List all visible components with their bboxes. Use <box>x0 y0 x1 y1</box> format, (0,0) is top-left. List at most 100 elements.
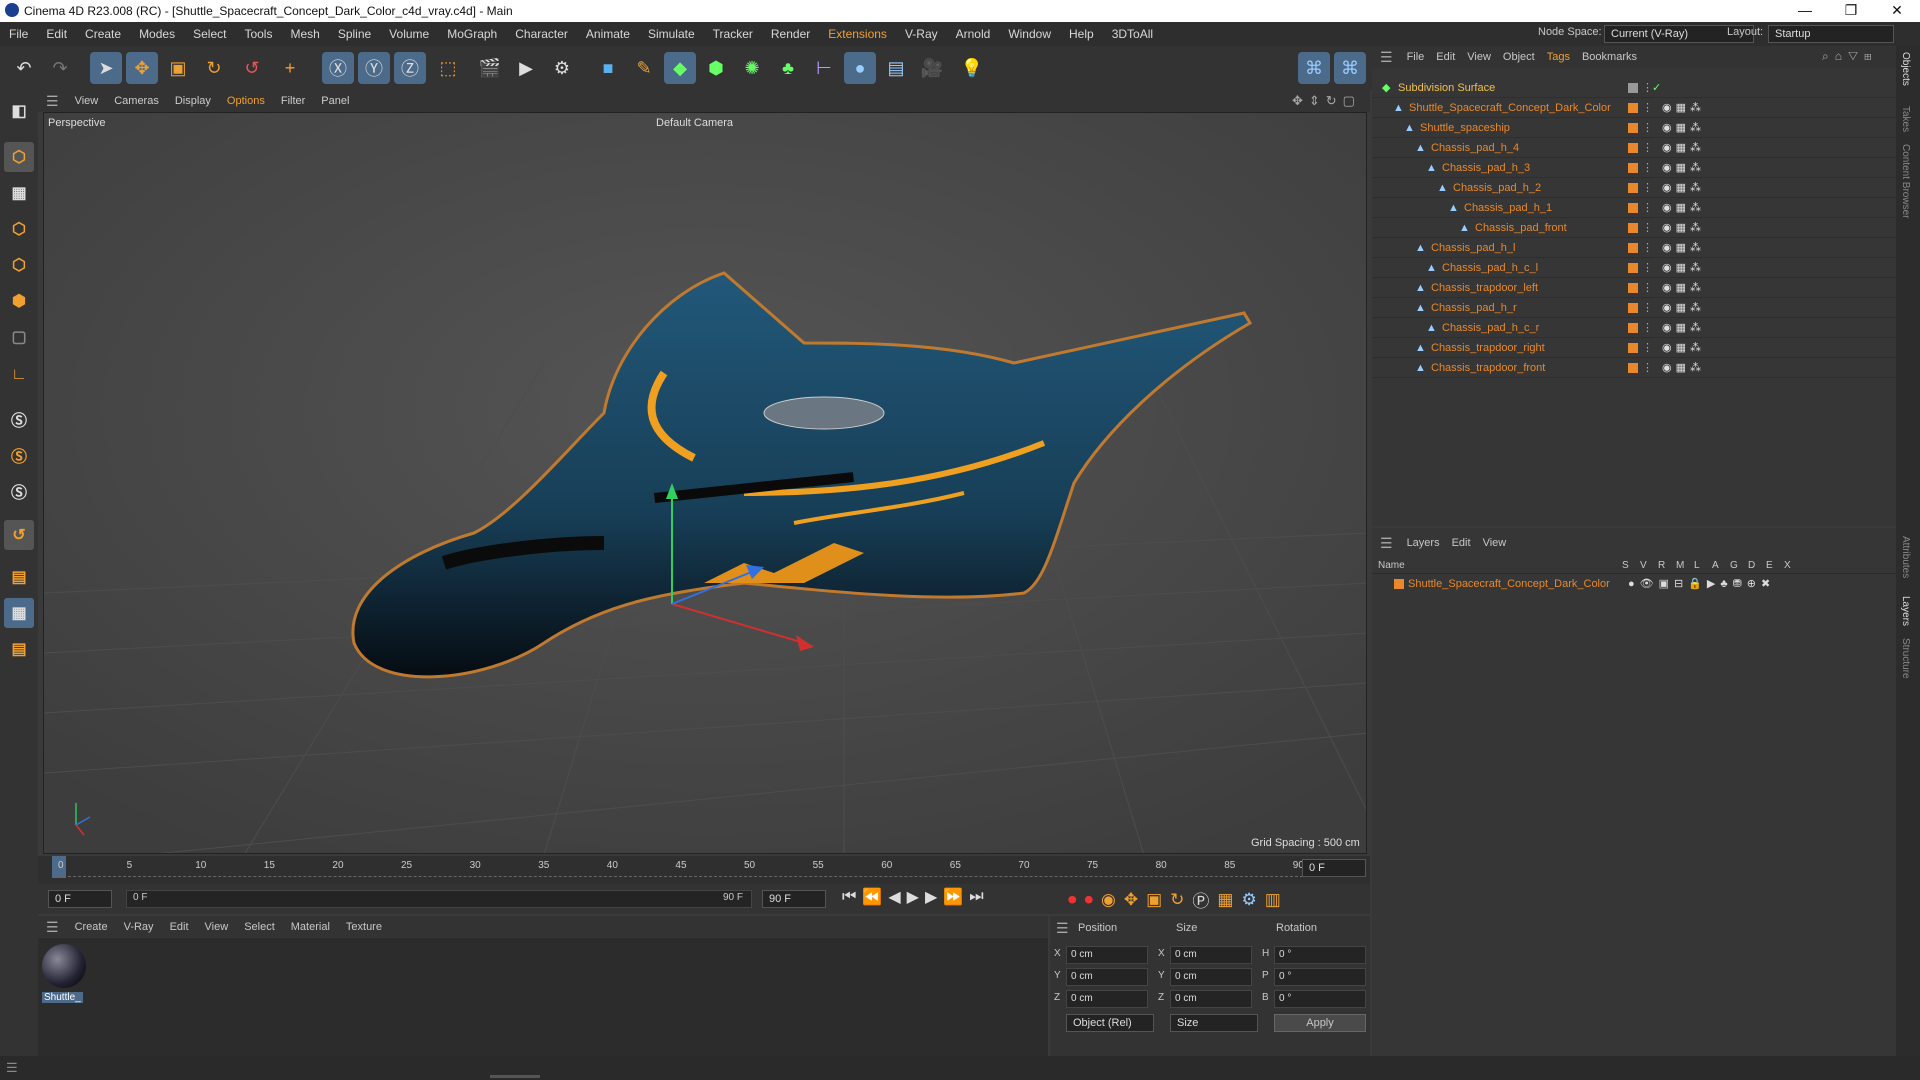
polygons-mode-icon[interactable]: ⬢ <box>4 286 34 316</box>
layer-flag-x[interactable]: X <box>1784 560 1791 571</box>
timeline-window-icon[interactable]: ▥ <box>1265 890 1281 910</box>
object-hamburger-icon[interactable]: ☰ <box>1372 49 1401 66</box>
material-tag-icons[interactable]: ◉▦⁂ <box>1662 358 1705 378</box>
material-hamburger-icon[interactable]: ☰ <box>38 916 67 938</box>
layer-color-tag[interactable] <box>1628 263 1638 273</box>
menu-3dtoall[interactable]: 3DToAll <box>1103 22 1162 46</box>
layer-color-tag[interactable] <box>1628 123 1638 133</box>
layer-color-swatch[interactable] <box>1394 579 1404 589</box>
object-name[interactable]: Chassis_pad_h_l <box>1431 238 1515 258</box>
key-position-icon[interactable]: ✥ <box>1124 890 1138 910</box>
menu-volume[interactable]: Volume <box>380 22 438 46</box>
material-tag-icons[interactable]: ◉▦⁂ <box>1662 178 1705 198</box>
visibility-dots-icon[interactable]: ⋮ <box>1642 138 1653 158</box>
object-name[interactable]: Chassis_pad_h_c_r <box>1442 318 1539 338</box>
cloner-icon[interactable]: ✺ <box>736 52 768 84</box>
next-frame-icon[interactable]: ▶ <box>925 887 937 907</box>
size-mode-select[interactable]: Size <box>1170 1014 1258 1032</box>
object-name[interactable]: Chassis_trapdoor_left <box>1431 278 1538 298</box>
field-icon[interactable]: ● <box>844 52 876 84</box>
layout-select[interactable]: Startup <box>1768 25 1894 43</box>
minimize-button[interactable]: — <box>1782 2 1828 18</box>
pos-z-field[interactable]: 0 cm <box>1066 990 1148 1008</box>
menu-character[interactable]: Character <box>506 22 577 46</box>
layer-flag-l[interactable]: L <box>1694 560 1700 571</box>
edges-mode-icon[interactable]: ⬡ <box>4 250 34 280</box>
menu-select[interactable]: Select <box>184 22 235 46</box>
coordinate-system-icon[interactable]: ⬚ <box>432 52 464 84</box>
tab-attributes[interactable]: Attributes <box>1900 536 1911 578</box>
deformer-icon[interactable]: ⊢ <box>808 52 840 84</box>
mograph-icon[interactable]: ♣ <box>772 52 804 84</box>
pen-icon[interactable]: ✎ <box>628 52 660 84</box>
status-hamburger-icon[interactable]: ☰ <box>6 1060 18 1076</box>
scale-tool-icon[interactable]: ▣ <box>162 52 194 84</box>
rot-p-field[interactable]: 0 ° <box>1274 968 1366 986</box>
menu-vray[interactable]: V-Ray <box>896 22 947 46</box>
menu-tracker[interactable]: Tracker <box>704 22 762 46</box>
render-view-icon[interactable]: 🎬 <box>474 52 506 84</box>
key-rotation-icon[interactable]: ↻ <box>1170 890 1184 910</box>
material-menu-view[interactable]: View <box>197 916 237 938</box>
menu-help[interactable]: Help <box>1060 22 1103 46</box>
layer-color-tag[interactable] <box>1628 343 1638 353</box>
quantize-icon[interactable]: Ⓢ <box>4 476 34 506</box>
viewport-menu-cameras[interactable]: Cameras <box>106 90 167 112</box>
layer-color-tag[interactable] <box>1628 183 1638 193</box>
menu-spline[interactable]: Spline <box>329 22 380 46</box>
extrude-icon[interactable]: ⬢ <box>700 52 732 84</box>
menu-edit[interactable]: Edit <box>37 22 76 46</box>
object-row[interactable]: ▲ Chassis_pad_h_3 ⋮ ◉▦⁂ <box>1372 158 1896 178</box>
layer-flag-v[interactable]: V <box>1640 560 1647 571</box>
points-mode-icon[interactable]: ⬡ <box>4 214 34 244</box>
menu-mesh[interactable]: Mesh <box>281 22 328 46</box>
object-row[interactable]: ▲ Chassis_pad_h_l ⋮ ◉▦⁂ <box>1372 238 1896 258</box>
undo-icon[interactable]: ↶ <box>8 52 40 84</box>
maximize-button[interactable]: ❐ <box>1828 2 1874 19</box>
model-mode-icon[interactable]: ⬡ <box>4 142 34 172</box>
material-menu-edit[interactable]: Edit <box>162 916 197 938</box>
object-row[interactable]: ▲ Shuttle_Spacecraft_Concept_Dark_Color ⋮ ◉… <box>1372 98 1896 118</box>
layer-color-tag[interactable] <box>1628 323 1638 333</box>
object-name[interactable]: Chassis_pad_h_2 <box>1453 178 1541 198</box>
viewport-menu-display[interactable]: Display <box>167 90 219 112</box>
material-menu-material[interactable]: Material <box>283 916 338 938</box>
menu-extensions[interactable]: Extensions <box>819 22 896 46</box>
layer-color-tag[interactable] <box>1628 163 1638 173</box>
workplane-icon[interactable]: ▤ <box>4 562 34 592</box>
python-script-icon[interactable]: ⌘ <box>1334 52 1366 84</box>
layer-flag-m[interactable]: M <box>1676 560 1684 571</box>
layer-flag-s[interactable]: S <box>1622 560 1629 571</box>
menu-render[interactable]: Render <box>762 22 819 46</box>
object-name[interactable]: Chassis_trapdoor_right <box>1431 338 1545 358</box>
viewport-menu-filter[interactable]: Filter <box>273 90 313 112</box>
material-menu-texture[interactable]: Texture <box>338 916 390 938</box>
python-icon[interactable]: ⌘ <box>1298 52 1330 84</box>
key-param-icon[interactable]: Ⓟ <box>1192 887 1209 912</box>
object-name[interactable]: Chassis_trapdoor_front <box>1431 358 1545 378</box>
transform-tool-icon[interactable]: + <box>274 52 306 84</box>
object-row[interactable]: ▲ Chassis_pad_h_c_r ⋮ ◉▦⁂ <box>1372 318 1896 338</box>
material-menu-vray[interactable]: V-Ray <box>116 916 162 938</box>
end-frame-field[interactable]: 90 F <box>762 890 826 908</box>
material-tag-icons[interactable]: ◉▦⁂ <box>1662 198 1705 218</box>
play-icon[interactable]: ▶ <box>907 887 919 907</box>
material-menu-create[interactable]: Create <box>67 916 116 938</box>
menu-file[interactable]: File <box>0 22 37 46</box>
object-menu-edit[interactable]: Edit <box>1430 51 1461 63</box>
viewport[interactable]: Perspective Default Camera Grid Spacing … <box>43 112 1367 854</box>
visibility-dots-icon[interactable]: ⋮ <box>1642 238 1653 258</box>
object-menu-tags[interactable]: Tags <box>1541 51 1576 63</box>
material-tag-icons[interactable]: ◉▦⁂ <box>1662 118 1705 138</box>
frame-range-slider[interactable]: 0 F 90 F <box>126 890 752 908</box>
coord-mode-select[interactable]: Object (Rel) <box>1066 1014 1154 1032</box>
object-row[interactable]: ▲ Chassis_trapdoor_front ⋮ ◉▦⁂ <box>1372 358 1896 378</box>
cube-icon[interactable]: ■ <box>592 52 624 84</box>
object-name[interactable]: Chassis_pad_h_1 <box>1464 198 1552 218</box>
layer-color-tag[interactable] <box>1628 143 1638 153</box>
goto-end-icon[interactable]: ⏭ <box>969 888 983 906</box>
viewport-menu-view[interactable]: View <box>67 90 107 112</box>
menu-create[interactable]: Create <box>76 22 130 46</box>
object-name[interactable]: Chassis_pad_h_c_l <box>1442 258 1538 278</box>
material-tag-icons[interactable]: ◉▦⁂ <box>1662 158 1705 178</box>
